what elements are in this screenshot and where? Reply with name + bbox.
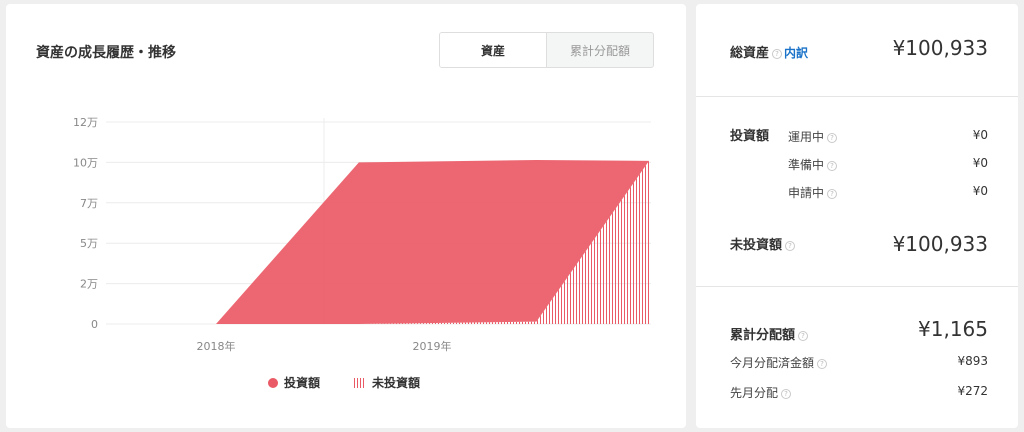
legend-invested-swatch [268,377,278,388]
total-assets-value: ¥100,933 [892,36,988,60]
legend-uninvested: 未投資額 [354,374,420,391]
y-tick-label: 0 [91,318,98,331]
invested-item-operating-value: ¥0 [972,128,988,142]
y-tick-label: 2万 [80,278,98,291]
help-icon[interactable]: ? [798,330,809,341]
invested-item-operating: 運用中? [788,128,838,145]
invested-item-preparing: 準備中? [788,156,838,173]
invested-label: 投資額 [730,129,770,144]
y-tick-label: 12万 [73,116,98,129]
dividend-last-month: 先月分配? [730,384,792,401]
invested-item-applying-value: ¥0 [972,184,988,198]
help-icon[interactable]: ? [827,160,838,171]
invested-item-preparing-value: ¥0 [972,156,988,170]
legend-uninvested-label: 未投資額 [372,376,421,390]
divider [696,286,1018,287]
y-tick-label: 7万 [80,197,98,210]
help-icon[interactable]: ? [785,240,796,251]
total-assets-row: 総資産? 内訳 [730,42,808,61]
help-icon[interactable]: ? [827,132,838,143]
invested-item-applying-label: 申請中 [788,186,825,200]
summary-panel: 総資産? 内訳 ¥100,933 投資額 運用中? ¥0 準備中? ¥0 申請中?… [696,4,1018,428]
dividend-last-month-value: ¥272 [957,384,988,398]
dividend-this-month: 今月分配済金額? [730,354,828,371]
dividend-this-month-value: ¥893 [957,354,988,368]
dividends-label: 累計分配額 [730,328,796,343]
dividends-value: ¥1,165 [918,317,988,341]
uninvested-label: 未投資額 [730,238,783,253]
x-tick-label: 2018年 [197,339,236,353]
chart-panel: 資産の成長履歴・推移 資産 累計分配額 0 2万 5万 7万 10万 12万 2018年 20… [6,4,686,428]
help-icon[interactable]: ? [817,358,828,369]
asset-growth-chart: 0 2万 5万 7万 10万 12万 2018年 2019年 [73,116,651,353]
y-tick-label: 10万 [73,156,98,169]
dividends-row: 累計分配額? [730,324,809,343]
help-icon[interactable]: ? [781,388,792,399]
uninvested-value: ¥100,933 [892,232,988,256]
invested-item-applying: 申請中? [788,184,838,201]
x-tick-label: 2019年 [413,339,452,353]
dividend-this-month-label: 今月分配済金額 [730,356,815,370]
help-icon[interactable]: ? [772,48,783,59]
help-icon[interactable]: ? [827,188,838,199]
total-assets-label: 総資産 [730,46,770,61]
invested-item-preparing-label: 準備中 [788,158,825,172]
legend-invested: 投資額 [268,374,320,391]
y-tick-label: 5万 [80,237,98,250]
dividend-last-month-label: 先月分配 [730,386,779,400]
legend-invested-label: 投資額 [284,376,321,390]
uninvested-row: 未投資額? [730,234,796,253]
breakdown-link[interactable]: 内訳 [784,46,808,60]
divider [696,96,1018,97]
invested-item-operating-label: 運用中 [788,130,825,144]
legend-uninvested-swatch [354,377,366,388]
